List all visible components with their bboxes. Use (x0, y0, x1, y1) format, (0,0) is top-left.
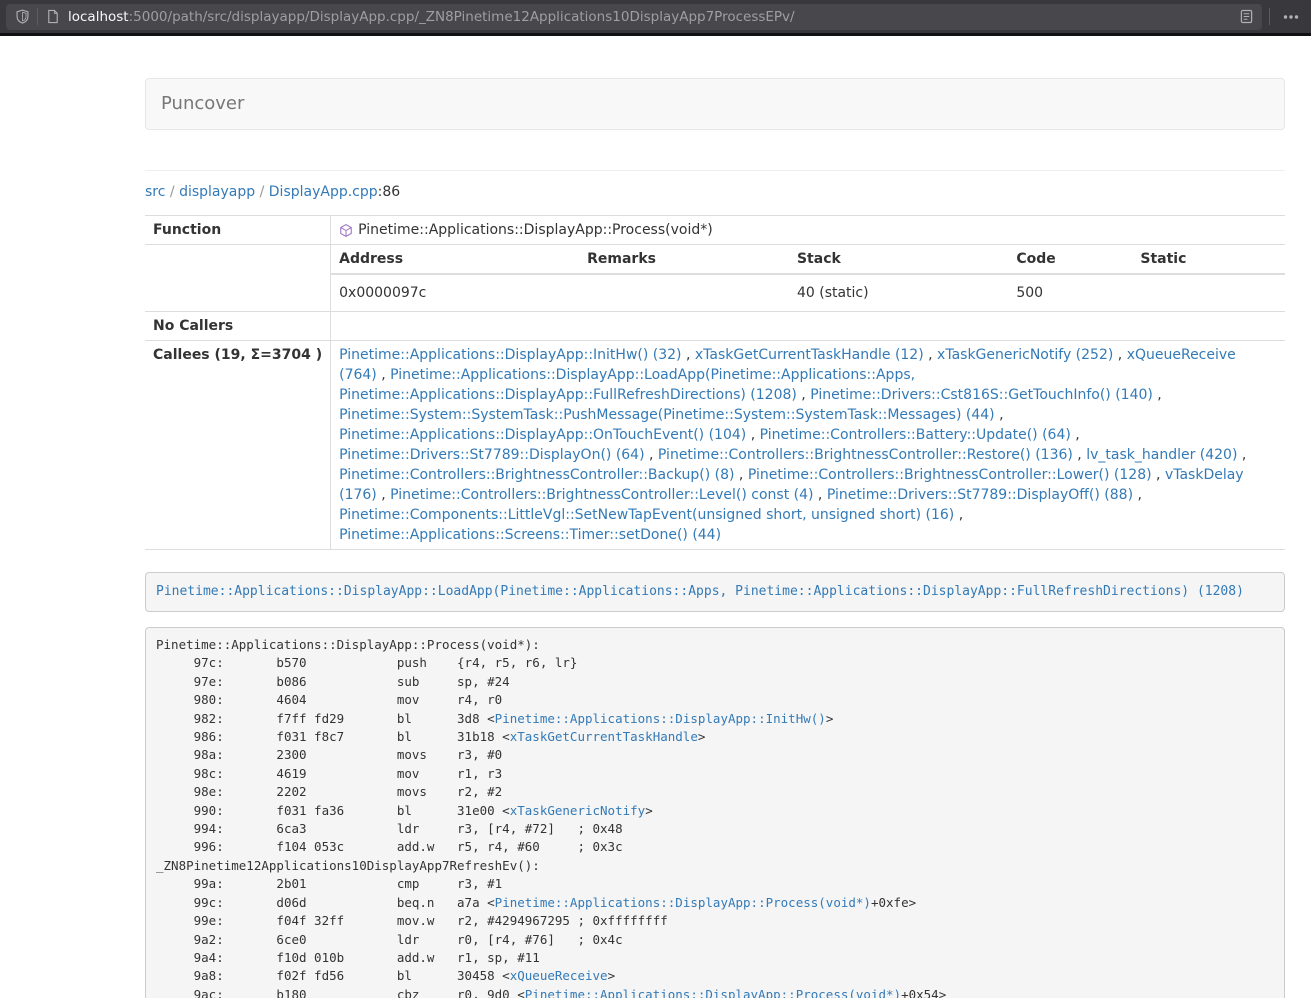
callee-link[interactable]: Pinetime::Drivers::St7789::DisplayOn() (… (339, 447, 644, 463)
callee-link[interactable]: Pinetime::System::SystemTask::PushMessag… (339, 407, 995, 423)
callee-link[interactable]: Pinetime::Drivers::Cst816S::GetTouchInfo… (810, 387, 1153, 403)
toolbar-bottom-strip (0, 33, 1311, 36)
function-row-label: Function (145, 216, 331, 245)
callee-link[interactable]: Pinetime::Controllers::Battery::Update()… (760, 427, 1071, 443)
menu-ellipsis-icon[interactable] (1277, 15, 1305, 19)
metrics-column-header: Address (331, 245, 579, 274)
shield-icon[interactable] (14, 9, 30, 25)
browser-toolbar: localhost:5000/path/src/displayapp/Displ… (0, 0, 1311, 33)
callees-list: Pinetime::Applications::DisplayApp::Init… (331, 341, 1285, 550)
breadcrumb: src / displayapp / DisplayApp.cpp:86 (145, 182, 1285, 202)
callee-link[interactable]: Pinetime::Components::LittleVgl::SetNewT… (339, 507, 954, 523)
function-name: Pinetime::Applications::DisplayApp::Proc… (358, 220, 713, 240)
breadcrumb-link[interactable]: displayapp (179, 184, 255, 200)
reader-view-icon[interactable] (1238, 9, 1254, 25)
callee-link[interactable]: Pinetime::Applications::Screens::Timer::… (339, 527, 721, 543)
assembly-symbol-link[interactable]: Pinetime::Applications::DisplayApp::Init… (495, 711, 826, 726)
no-callers-label: No Callers (145, 312, 331, 341)
callee-link[interactable]: Pinetime::Controllers::BrightnessControl… (390, 487, 813, 503)
callees-label: Callees (19, Σ=3704 ) (145, 341, 331, 550)
callee-link[interactable]: Pinetime::Controllers::BrightnessControl… (658, 447, 1073, 463)
url-bar[interactable]: localhost:5000/path/src/displayapp/Displ… (6, 4, 1262, 30)
metrics-value-cell: 500 (1008, 274, 1132, 311)
url-host: localhost (68, 9, 129, 25)
callee-link[interactable]: xTaskGetCurrentTaskHandle (12) (695, 347, 924, 363)
function-table: Function Pinetime::Applications::Display… (145, 215, 1285, 550)
metrics-value-row: 0x0000097c 40 (static)500 (331, 274, 1285, 311)
breadcrumb-link[interactable]: src (145, 184, 165, 200)
metrics-value-cell (1132, 274, 1285, 311)
callee-link[interactable]: Pinetime::Controllers::BrightnessControl… (339, 467, 734, 483)
assembly-symbol-link[interactable]: xQueueReceive (510, 968, 608, 983)
brand-link[interactable]: Puncover (146, 79, 259, 129)
table-row: AddressRemarksStackCodeStatic 0x0000097c… (145, 245, 1285, 312)
table-row: Callees (19, Σ=3704 ) Pinetime::Applicat… (145, 341, 1285, 550)
assembly-symbol-link[interactable]: xTaskGetCurrentTaskHandle (510, 729, 698, 744)
highlighted-symbol-block: Pinetime::Applications::DisplayApp::Load… (145, 572, 1285, 612)
navbar: Puncover (145, 78, 1285, 130)
assembly-symbol-link[interactable]: Pinetime::Applications::DisplayApp::Proc… (525, 987, 901, 998)
assembly-symbol-link[interactable]: Pinetime::Applications::DisplayApp::Proc… (495, 895, 871, 910)
callee-link[interactable]: Pinetime::Drivers::St7789::DisplayOff() … (827, 487, 1133, 503)
metrics-column-header: Stack (789, 245, 1008, 274)
metrics-value-cell (579, 274, 789, 311)
breadcrumb-link[interactable]: DisplayApp.cpp (269, 184, 378, 200)
assembly-symbol-link[interactable]: xTaskGenericNotify (510, 803, 645, 818)
toolbar-divider (1269, 8, 1270, 25)
metrics-column-header: Static (1132, 245, 1285, 274)
callee-link[interactable]: Pinetime::Applications::DisplayApp::OnTo… (339, 427, 746, 443)
metrics-column-header: Remarks (579, 245, 789, 274)
table-row: Function Pinetime::Applications::Display… (145, 216, 1285, 245)
callee-link[interactable]: Pinetime::Controllers::BrightnessControl… (748, 467, 1152, 483)
symbol-cube-icon (339, 223, 353, 238)
metrics-table: AddressRemarksStackCodeStatic 0x0000097c… (331, 245, 1285, 311)
metrics-value-cell: 0x0000097c (331, 274, 579, 311)
callee-link[interactable]: Pinetime::Applications::DisplayApp::Init… (339, 347, 681, 363)
metrics-header-row: AddressRemarksStackCodeStatic (331, 245, 1285, 274)
function-name-cell: Pinetime::Applications::DisplayApp::Proc… (331, 216, 1285, 245)
callee-link[interactable]: xTaskGenericNotify (252) (937, 347, 1113, 363)
metrics-column-header: Code (1008, 245, 1132, 274)
assembly-listing: Pinetime::Applications::DisplayApp::Proc… (145, 627, 1285, 998)
url-text[interactable]: localhost:5000/path/src/displayapp/Displ… (68, 9, 1232, 25)
breadcrumb-line-number: :86 (378, 184, 401, 200)
divider (145, 170, 1285, 171)
metrics-value-cell: 40 (static) (789, 274, 1008, 311)
highlighted-symbol-link[interactable]: Pinetime::Applications::DisplayApp::Load… (156, 584, 1244, 599)
page-info-icon[interactable] (45, 9, 61, 25)
url-path: :5000/path/src/displayapp/DisplayApp.cpp… (129, 9, 795, 25)
page-container: Puncover src / displayapp / DisplayApp.c… (145, 78, 1285, 998)
toolbar-divider (37, 8, 38, 25)
table-row: No Callers (145, 312, 1285, 341)
callee-link[interactable]: lv_task_handler (420) (1086, 447, 1237, 463)
